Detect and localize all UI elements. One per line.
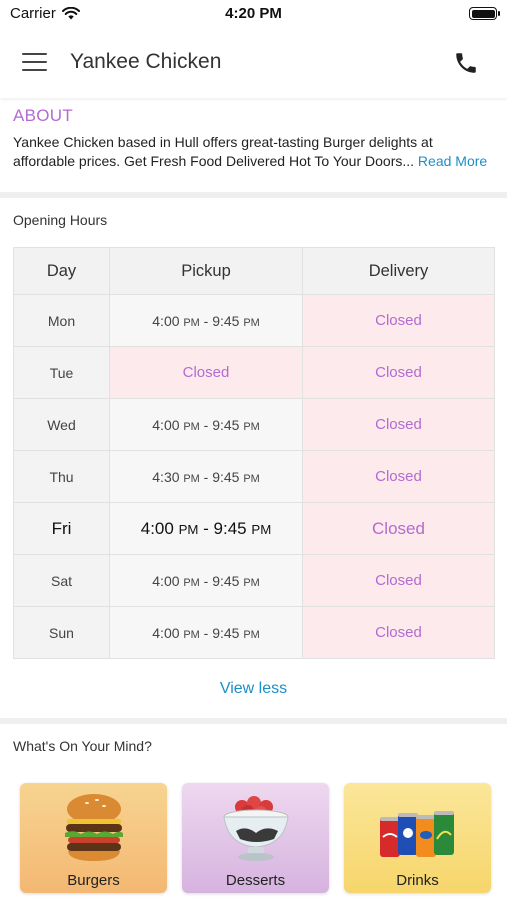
pickup-cell: 4:00 PM - 9:45 PM (109, 554, 303, 607)
day-cell: Mon (13, 294, 110, 347)
delivery-cell: Closed (302, 554, 495, 607)
day-cell: Tue (13, 346, 110, 399)
dessert-bowl-icon (222, 796, 289, 861)
delivery-cell: Closed (302, 398, 495, 451)
category-card-drinks[interactable]: Drinks (344, 783, 491, 893)
pickup-cell: 4:00 PM - 9:45 PM (109, 294, 303, 347)
table-row: Fri 4:00 PM - 9:45 PM Closed (13, 502, 495, 555)
delivery-cell: Closed (302, 606, 495, 659)
day-cell: Fri (13, 502, 110, 555)
battery-icon (469, 7, 500, 20)
column-header-delivery: Delivery (302, 247, 495, 295)
about-title: ABOUT (13, 106, 74, 125)
pickup-cell: 4:00 PM - 9:45 PM (109, 398, 303, 451)
day-cell: Wed (13, 398, 110, 451)
delivery-cell: Closed (302, 346, 495, 399)
delivery-cell: Closed (302, 294, 495, 347)
column-header-day: Day (13, 247, 110, 295)
table-row: Wed 4:00 PM - 9:45 PM Closed (13, 398, 495, 451)
day-cell: Sat (13, 554, 110, 607)
read-more-link[interactable]: Read More (418, 153, 487, 169)
pickup-cell: 4:30 PM - 9:45 PM (109, 450, 303, 503)
category-label-drinks: Drinks (396, 872, 439, 889)
phone-icon[interactable] (453, 50, 481, 78)
table-row: Sun 4:00 PM - 9:45 PM Closed (13, 606, 495, 659)
status-time: 4:20 PM (225, 5, 282, 22)
table-header-row: Day Pickup Delivery (13, 247, 495, 295)
about-description: Yankee Chicken based in Hull offers grea… (13, 133, 494, 171)
day-cell: Sun (13, 606, 110, 659)
app-header: Yankee Chicken (0, 28, 507, 98)
day-cell: Thu (13, 450, 110, 503)
table-row: Mon 4:00 PM - 9:45 PM Closed (13, 294, 495, 347)
column-header-pickup: Pickup (109, 247, 303, 295)
menu-icon[interactable] (22, 53, 47, 73)
opening-hours-label: Opening Hours (13, 212, 108, 228)
about-text: Yankee Chicken based in Hull offers grea… (13, 134, 433, 169)
delivery-cell: Closed (302, 502, 495, 555)
category-label-desserts: Desserts (225, 872, 286, 889)
about-section: ABOUT Yankee Chicken based in Hull offer… (0, 98, 507, 192)
status-right (469, 7, 500, 20)
delivery-cell: Closed (302, 450, 495, 503)
table-row: Sat 4:00 PM - 9:45 PM Closed (13, 554, 495, 607)
category-card-burgers[interactable]: Burgers (20, 783, 167, 893)
categories-label: What's On Your Mind? (13, 738, 152, 754)
pickup-cell: Closed (109, 346, 303, 399)
opening-hours-table: Day Pickup Delivery Mon 4:00 PM - 9:45 PM… (13, 247, 495, 659)
pickup-cell: 4:00 PM - 9:45 PM (109, 502, 303, 555)
category-card-desserts[interactable]: Desserts (182, 783, 329, 893)
table-row: Thu 4:30 PM - 9:45 PM Closed (13, 450, 495, 503)
pickup-cell: 4:00 PM - 9:45 PM (109, 606, 303, 659)
table-row: Tue Closed Closed (13, 346, 495, 399)
section-divider (0, 718, 507, 724)
category-label-burgers: Burgers (67, 872, 120, 889)
status-bar: Carrier 4:20 PM (0, 0, 507, 28)
page-title: Yankee Chicken (70, 50, 222, 73)
section-divider (0, 192, 507, 198)
burger-icon (64, 794, 123, 861)
soda-cans-icon (379, 811, 454, 857)
view-less-link[interactable]: View less (0, 680, 507, 698)
